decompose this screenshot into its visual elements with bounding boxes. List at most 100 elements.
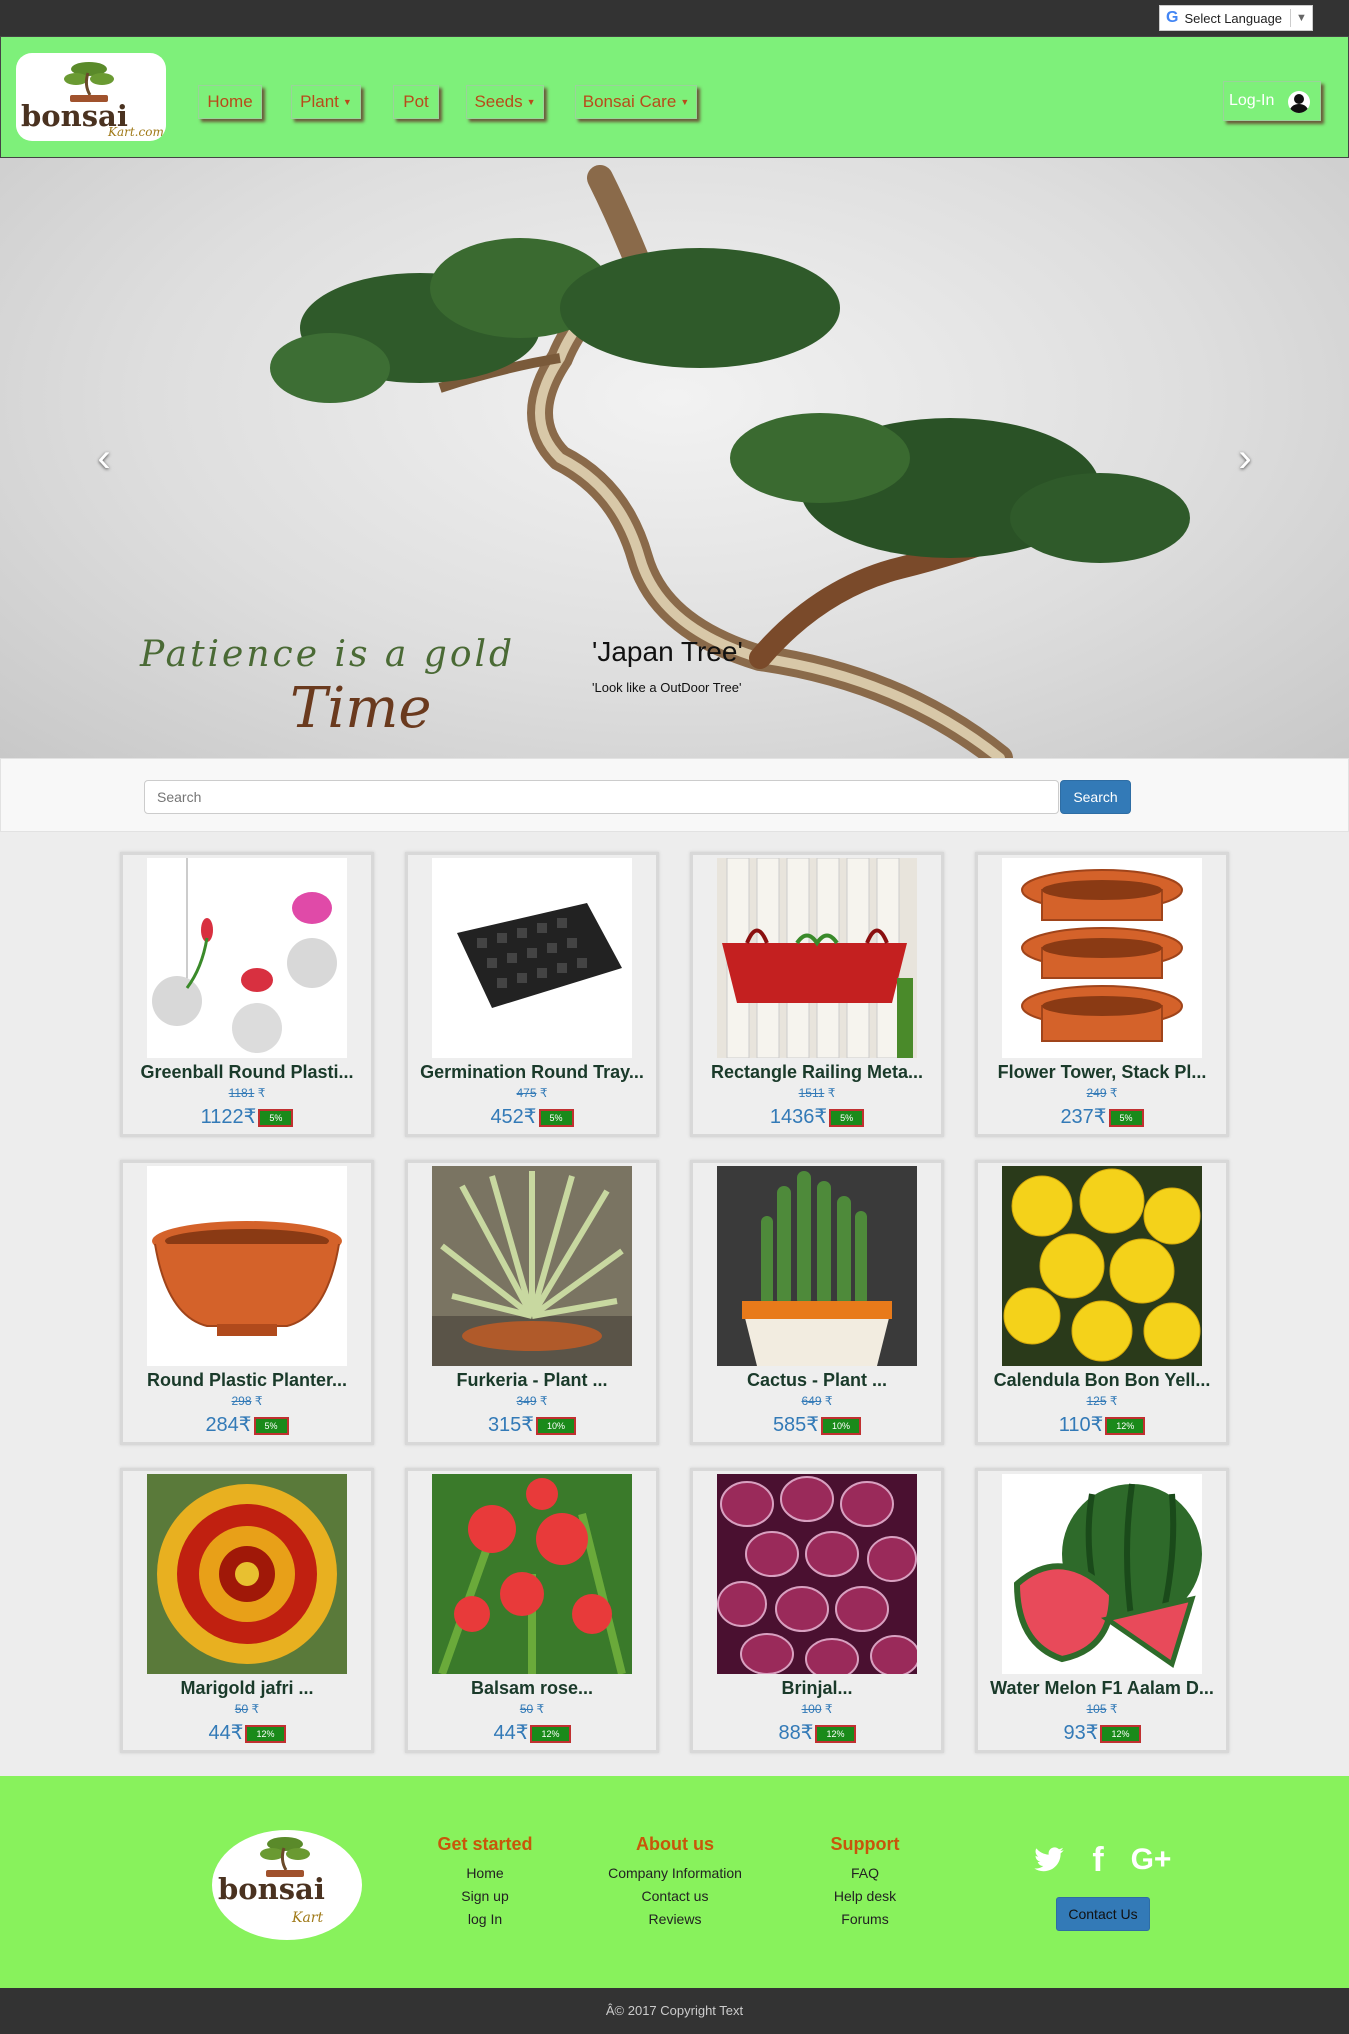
product-price-line: 110₹ 12% xyxy=(978,1412,1226,1437)
product-image xyxy=(717,1166,917,1366)
product-name: Marigold jafri ... xyxy=(180,1678,314,1698)
product-name: Flower Tower, Stack Pl... xyxy=(997,1062,1207,1082)
product-price: 315₹ xyxy=(487,1414,535,1436)
footer-link-contact-us[interactable]: Contact us xyxy=(575,1888,775,1904)
carousel-prev-icon[interactable]: ‹ xyxy=(84,438,124,478)
product-card[interactable]: Round Plastic Planter... 298 ₹ 284₹ 5% xyxy=(120,1160,374,1445)
product-old-price: 125 ₹ xyxy=(1086,1394,1118,1408)
caret-down-icon: ▼ xyxy=(680,97,690,107)
footer-link-faq[interactable]: FAQ xyxy=(765,1865,965,1881)
product-price: 44₹ xyxy=(208,1722,244,1744)
product-image xyxy=(1002,1166,1202,1366)
discount-badge: 12% xyxy=(530,1724,571,1743)
product-price: 93₹ xyxy=(1063,1722,1099,1744)
product-card[interactable]: Calendula Bon Bon Yell... 125 ₹ 110₹ 12% xyxy=(975,1160,1229,1445)
product-price-line: 88₹ 12% xyxy=(693,1720,941,1745)
footer-link-sign-up[interactable]: Sign up xyxy=(385,1888,585,1904)
product-old-price: 298 ₹ xyxy=(231,1394,263,1408)
product-price-line: 237₹ 5% xyxy=(978,1104,1226,1129)
discount-badge: 12% xyxy=(815,1724,856,1743)
product-old-price: 249 ₹ xyxy=(1086,1086,1118,1100)
hero-carousel: ‹ › Patience is a gold Time 'Japan Tree'… xyxy=(0,158,1349,758)
product-card[interactable]: Germination Round Tray... 475 ₹ 452₹ 5% xyxy=(405,852,659,1137)
product-price-line: 1436₹ 5% xyxy=(693,1104,941,1129)
language-selector[interactable]: G Select Language ▼ xyxy=(1159,5,1313,31)
footer-heading: Support xyxy=(830,1834,900,1854)
nav-home[interactable]: Home xyxy=(198,85,262,119)
site-logo[interactable]: bonsai Kart.com xyxy=(16,53,166,141)
user-icon xyxy=(1288,91,1310,113)
product-card[interactable]: Greenball Round Plasti... 1181 ₹ 1122₹ 5% xyxy=(120,852,374,1137)
nav-plant[interactable]: Plant ▼ xyxy=(291,85,361,119)
product-image xyxy=(432,1166,632,1366)
product-price: 110₹ xyxy=(1058,1414,1104,1436)
product-old-price: 475 ₹ xyxy=(516,1086,548,1100)
main-header: bonsai Kart.com Home Plant ▼ Pot Seeds ▼… xyxy=(0,36,1349,158)
product-card[interactable]: Balsam rose... 50 ₹ 44₹ 12% xyxy=(405,1468,659,1753)
product-old-price: 349 ₹ xyxy=(516,1394,548,1408)
footer-link-company-information[interactable]: Company Information xyxy=(575,1865,775,1881)
product-image xyxy=(717,858,917,1058)
login-button[interactable]: Log-In xyxy=(1223,81,1321,121)
product-card[interactable]: Brinjal... 100 ₹ 88₹ 12% xyxy=(690,1468,944,1753)
nav-seeds[interactable]: Seeds ▼ xyxy=(466,85,544,119)
copyright-bar: Â© 2017 Copyright Text xyxy=(0,1988,1349,2034)
twitter-icon[interactable] xyxy=(1029,1840,1069,1880)
product-card[interactable]: Rectangle Railing Meta... 1511 ₹ 1436₹ 5% xyxy=(690,852,944,1137)
caret-down-icon: ▼ xyxy=(342,97,352,107)
search-button[interactable]: Search xyxy=(1060,780,1131,814)
search-input[interactable] xyxy=(144,780,1059,814)
product-image xyxy=(147,1474,347,1674)
search-bar: Search xyxy=(0,758,1349,832)
product-name: Furkeria - Plant ... xyxy=(456,1370,608,1390)
discount-badge: 10% xyxy=(536,1416,577,1435)
product-card[interactable]: Furkeria - Plant ... 349 ₹ 315₹ 10% xyxy=(405,1160,659,1445)
footer-logo-subtext: Kart xyxy=(292,1910,324,1926)
google-icon: G xyxy=(1166,9,1179,26)
product-price-line: 452₹ 5% xyxy=(408,1104,656,1129)
nav-pot-label: Pot xyxy=(403,92,429,111)
product-old-price: 50 ₹ xyxy=(519,1702,545,1716)
product-image xyxy=(432,1474,632,1674)
product-image xyxy=(1002,1474,1202,1674)
dropdown-arrow-icon[interactable]: ▼ xyxy=(1290,9,1312,27)
nav-bonsai-care[interactable]: Bonsai Care ▼ xyxy=(575,85,697,119)
product-old-price: 105 ₹ xyxy=(1086,1702,1118,1716)
banner-slogan-line1: Patience is a gold xyxy=(140,634,516,675)
google-plus-icon[interactable]: G+ xyxy=(1128,1840,1174,1880)
carousel-next-icon[interactable]: › xyxy=(1225,438,1265,478)
footer-link-home[interactable]: Home xyxy=(385,1865,585,1881)
language-label: Select Language xyxy=(1184,10,1283,26)
product-card[interactable]: Water Melon F1 Aalam D... 105 ₹ 93₹ 12% xyxy=(975,1468,1229,1753)
product-old-price: 1511 ₹ xyxy=(798,1086,836,1100)
logo-subtext: Kart.com xyxy=(108,125,164,139)
product-price: 88₹ xyxy=(778,1722,814,1744)
product-price-line: 284₹ 5% xyxy=(123,1412,371,1437)
contact-us-button[interactable]: Contact Us xyxy=(1056,1897,1150,1931)
footer-heading: About us xyxy=(636,1834,714,1854)
product-card[interactable]: Flower Tower, Stack Pl... 249 ₹ 237₹ 5% xyxy=(975,852,1229,1137)
product-card[interactable]: Cactus - Plant ... 649 ₹ 585₹ 10% xyxy=(690,1160,944,1445)
nav-pot[interactable]: Pot xyxy=(393,85,439,119)
product-price-line: 93₹ 12% xyxy=(978,1720,1226,1745)
footer-link-reviews[interactable]: Reviews xyxy=(575,1911,775,1927)
copyright-text: Â© 2017 Copyright Text xyxy=(605,2003,744,2018)
product-price-line: 44₹ 12% xyxy=(408,1720,656,1745)
footer-logo-text: bonsai xyxy=(218,1872,325,1906)
product-name: Rectangle Railing Meta... xyxy=(710,1062,924,1082)
product-card[interactable]: Marigold jafri ... 50 ₹ 44₹ 12% xyxy=(120,1468,374,1753)
footer-link-help-desk[interactable]: Help desk xyxy=(765,1888,965,1904)
footer-link-forums[interactable]: Forums xyxy=(765,1911,965,1927)
product-price-line: 44₹ 12% xyxy=(123,1720,371,1745)
footer-logo[interactable]: bonsai Kart xyxy=(212,1830,362,1940)
product-name: Round Plastic Planter... xyxy=(146,1370,348,1390)
product-image xyxy=(717,1474,917,1674)
product-old-price: 1181 ₹ xyxy=(228,1086,266,1100)
product-price: 1436₹ xyxy=(769,1106,828,1128)
product-image xyxy=(147,858,347,1058)
product-price-line: 315₹ 10% xyxy=(408,1412,656,1437)
facebook-icon[interactable]: f xyxy=(1078,1840,1118,1880)
discount-badge: 5% xyxy=(253,1416,289,1435)
footer-link-log-in[interactable]: log In xyxy=(385,1911,585,1927)
product-name: Germination Round Tray... xyxy=(420,1062,644,1082)
